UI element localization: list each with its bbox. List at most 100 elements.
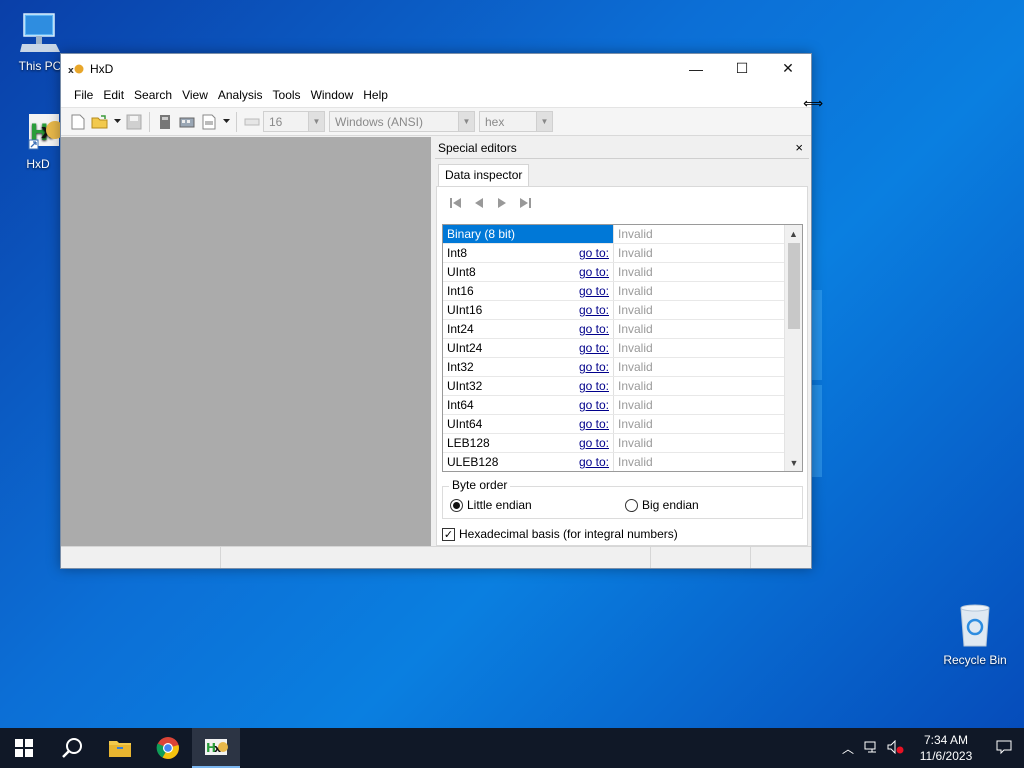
panel-close-icon[interactable]: × (795, 140, 803, 155)
desktop-icon-recycle-bin[interactable]: Recycle Bin (937, 602, 1013, 667)
inspector-value-cell[interactable]: Invalid (614, 320, 783, 338)
scroll-up-icon[interactable]: ▲ (785, 225, 802, 242)
chevron-up-icon[interactable]: ︿ (836, 740, 860, 757)
inspector-row[interactable]: UInt32 go to: Invalid (443, 377, 802, 396)
inspector-value-cell[interactable]: Invalid (614, 244, 783, 262)
menu-view[interactable]: View (177, 83, 213, 108)
inspector-type-cell: UInt16 go to: (443, 301, 614, 319)
start-button[interactable] (0, 728, 48, 768)
tab-data-inspector[interactable]: Data inspector (438, 164, 530, 186)
window-title: HxD (90, 61, 114, 76)
volume-muted-icon[interactable] (884, 739, 908, 757)
go-to-link[interactable]: go to: (579, 358, 609, 376)
inspector-row[interactable]: Int24 go to: Invalid (443, 320, 802, 339)
close-button[interactable]: ✕ (765, 54, 811, 83)
charset-select[interactable]: Windows (ANSI) ▼ (329, 111, 475, 132)
new-file-icon[interactable] (69, 113, 87, 131)
inspector-type-cell: Binary (8 bit) (443, 225, 614, 243)
menu-help[interactable]: Help (358, 83, 393, 108)
inspector-value-cell[interactable]: Invalid (614, 396, 783, 414)
status-bar (61, 546, 811, 568)
inspector-value-cell[interactable]: Invalid (614, 339, 783, 357)
inspector-type-label: UInt16 (447, 303, 483, 317)
bytes-per-row-select[interactable]: 16 ▼ (263, 111, 325, 132)
first-icon[interactable] (444, 194, 467, 212)
little-endian-radio[interactable]: Little endian (450, 498, 532, 512)
go-to-link[interactable]: go to: (579, 453, 609, 471)
go-to-link[interactable]: go to: (579, 415, 609, 433)
last-icon[interactable] (513, 194, 536, 212)
inspector-row[interactable]: UInt8 go to: Invalid (443, 263, 802, 282)
inspector-value-cell[interactable]: Invalid (614, 301, 783, 319)
inspector-value-cell[interactable]: Invalid (614, 225, 783, 243)
go-to-link[interactable]: go to: (579, 320, 609, 338)
inspector-value-cell[interactable]: Invalid (614, 415, 783, 433)
notification-icon[interactable] (984, 739, 1024, 758)
status-cell (651, 547, 751, 568)
menu-file[interactable]: File (69, 83, 98, 108)
inspector-row[interactable]: UInt64 go to: Invalid (443, 415, 802, 434)
inspector-value-cell[interactable]: Invalid (614, 263, 783, 281)
inspector-row[interactable]: Int32 go to: Invalid (443, 358, 802, 377)
byte-order-legend: Byte order (449, 478, 511, 492)
previous-icon[interactable] (467, 194, 490, 212)
open-dropdown-chevron-icon[interactable] (113, 113, 121, 131)
next-icon[interactable] (490, 194, 513, 212)
go-to-link[interactable]: go to: (579, 263, 609, 281)
offset-base-select[interactable]: hex ▼ (479, 111, 553, 132)
inspector-value-cell[interactable]: Invalid (614, 358, 783, 376)
inspector-row[interactable]: Int64 go to: Invalid (443, 396, 802, 415)
minimize-button[interactable]: — (673, 54, 719, 83)
inspector-row[interactable]: Int8 go to: Invalid (443, 244, 802, 263)
menu-bar: File Edit Search View Analysis Tools Win… (61, 83, 811, 108)
hexadecimal-basis-checkbox[interactable]: ✓ Hexadecimal basis (for integral number… (442, 527, 678, 541)
file-explorer-button[interactable] (96, 728, 144, 768)
go-to-link[interactable]: go to: (579, 377, 609, 395)
go-to-link[interactable]: go to: (579, 396, 609, 414)
big-endian-radio[interactable]: Big endian (625, 498, 699, 512)
go-to-link[interactable]: go to: (579, 282, 609, 300)
inspector-value-cell[interactable]: Invalid (614, 377, 783, 395)
inspector-row[interactable]: ULEB128 go to: Invalid (443, 453, 802, 471)
inspector-row[interactable]: Int16 go to: Invalid (443, 282, 802, 301)
menu-analysis[interactable]: Analysis (213, 83, 268, 108)
inspector-type-cell: UInt8 go to: (443, 263, 614, 281)
resize-grip-icon[interactable] (751, 547, 809, 568)
inspector-type-cell: Int8 go to: (443, 244, 614, 262)
go-to-link[interactable]: go to: (579, 244, 609, 262)
inspector-value-cell[interactable]: Invalid (614, 434, 783, 452)
open-ram-icon[interactable] (178, 113, 196, 131)
open-disk-image-icon[interactable] (200, 113, 218, 131)
maximize-button[interactable]: ☐ (719, 54, 765, 83)
search-button[interactable] (48, 728, 96, 768)
go-to-link[interactable]: go to: (579, 339, 609, 357)
special-editors-title: Special editors (438, 140, 517, 155)
save-icon[interactable] (125, 113, 143, 131)
menu-search[interactable]: Search (129, 83, 177, 108)
menu-edit[interactable]: Edit (98, 83, 129, 108)
tools-dropdown-chevron-icon[interactable] (222, 113, 230, 131)
title-bar[interactable]: x HxD — ☐ ✕ (61, 54, 811, 83)
chrome-button[interactable] (144, 728, 192, 768)
scroll-thumb[interactable] (788, 243, 800, 329)
scroll-down-icon[interactable]: ▼ (785, 454, 802, 471)
inspector-row[interactable]: Binary (8 bit) Invalid (443, 225, 802, 244)
vertical-scrollbar[interactable]: ▲ ▼ (784, 225, 802, 471)
inspector-row[interactable]: UInt16 go to: Invalid (443, 301, 802, 320)
folder-icon (109, 741, 131, 757)
go-to-link[interactable]: go to: (579, 301, 609, 319)
go-to-link[interactable]: go to: (579, 434, 609, 452)
inspector-row[interactable]: UInt24 go to: Invalid (443, 339, 802, 358)
menu-window[interactable]: Window (306, 83, 359, 108)
menu-tools[interactable]: Tools (268, 83, 306, 108)
clock[interactable]: 7:34 AM 11/6/2023 (908, 732, 984, 764)
inspector-value-cell[interactable]: Invalid (614, 453, 783, 471)
inspector-row[interactable]: LEB128 go to: Invalid (443, 434, 802, 453)
open-disk-icon[interactable] (156, 113, 174, 131)
clock-time: 7:34 AM (923, 733, 969, 747)
hxd-taskbar-button[interactable]: Hx (192, 728, 240, 768)
open-folder-icon[interactable] (91, 113, 109, 131)
network-icon[interactable] (860, 740, 884, 757)
inspector-value-cell[interactable]: Invalid (614, 282, 783, 300)
special-editors-header: Special editors × (435, 137, 809, 159)
